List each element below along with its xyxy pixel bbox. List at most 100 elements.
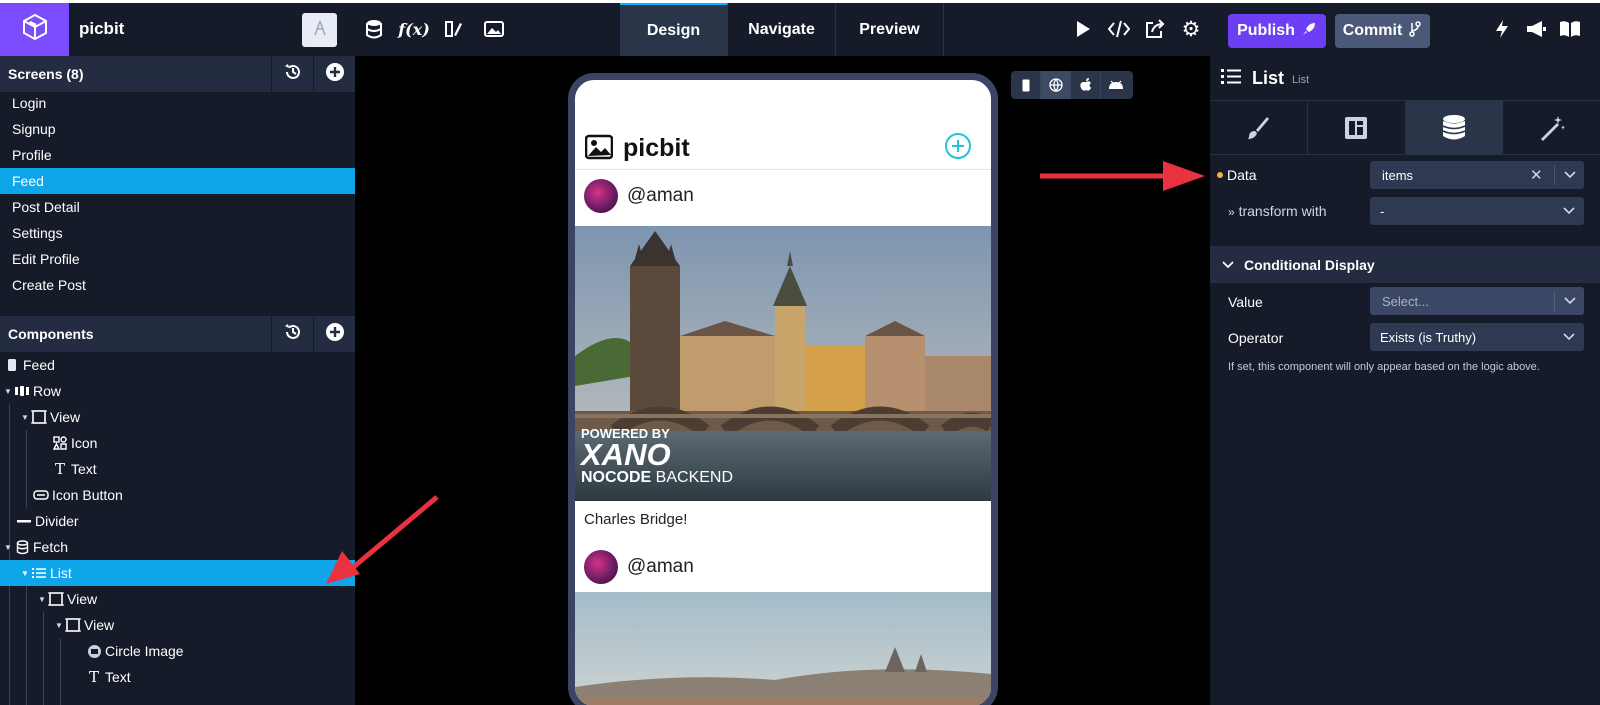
left-sidebar: Screens (8) Login Signup Profile Feed Po…: [0, 56, 355, 705]
tree-item-icon-button[interactable]: Icon Button: [0, 482, 355, 508]
commit-label: Commit: [1342, 22, 1403, 39]
app-logo[interactable]: [0, 3, 69, 56]
device-switcher: [1011, 71, 1133, 99]
compass-icon: [311, 19, 329, 42]
operator-select[interactable]: Exists (is Truthy): [1370, 323, 1584, 351]
screen-item-feed[interactable]: Feed: [0, 168, 355, 194]
operator-value: Exists (is Truthy): [1380, 329, 1477, 345]
conditional-display-header[interactable]: Conditional Display: [1210, 246, 1600, 283]
phone-preview: picbit @aman POWERED BY XANO NOCODE BACK…: [568, 73, 998, 705]
add-component-button[interactable]: [313, 316, 355, 352]
tree-item-label: List: [50, 565, 72, 581]
screen-item-create-post[interactable]: Create Post: [0, 272, 355, 298]
caret-down-icon[interactable]: ▼: [4, 543, 14, 552]
megaphone-icon[interactable]: [1524, 17, 1548, 41]
tree-item-row[interactable]: ▼ Row: [0, 378, 355, 404]
transform-select[interactable]: -: [1370, 197, 1584, 225]
panel-title: List: [1252, 67, 1285, 88]
apple-icon[interactable]: [1071, 71, 1101, 99]
book-icon[interactable]: [1558, 17, 1582, 41]
tab-preview[interactable]: Preview: [836, 3, 944, 56]
function-icon[interactable]: f(x): [398, 17, 430, 41]
tree-item-fetch[interactable]: ▼ Fetch: [0, 534, 355, 560]
image-icon: [584, 134, 614, 165]
magic-wand-icon[interactable]: [1503, 101, 1600, 154]
value-placeholder: Select...: [1382, 293, 1429, 309]
tree-item-circle-image[interactable]: Circle Image: [0, 638, 355, 664]
database-icon[interactable]: [1405, 101, 1504, 154]
layout-icon[interactable]: [1308, 101, 1406, 154]
publish-label: Publish: [1237, 22, 1295, 39]
button-icon: [33, 487, 49, 503]
caret-down-icon[interactable]: ▼: [21, 569, 31, 578]
caret-down-icon[interactable]: ▼: [55, 621, 65, 630]
user-avatar-button[interactable]: [302, 13, 337, 47]
chevron-down-icon[interactable]: [1554, 207, 1584, 215]
settings-icon[interactable]: ⚙: [1179, 17, 1203, 41]
web-icon[interactable]: [1041, 71, 1071, 99]
tree-item-divider[interactable]: Divider: [0, 508, 355, 534]
caret-down-icon[interactable]: ▼: [38, 595, 48, 604]
tree-item-icon[interactable]: Icon: [0, 430, 355, 456]
divider-icon: [16, 513, 32, 529]
screen-item-profile[interactable]: Profile: [0, 142, 355, 168]
list-icon: [1220, 67, 1242, 90]
panel-header: List List: [1210, 56, 1600, 100]
history-icon: [283, 322, 303, 347]
screen-item-edit-profile[interactable]: Edit Profile: [0, 246, 355, 272]
bolt-icon[interactable]: [1490, 17, 1514, 41]
caret-down-icon[interactable]: ▼: [21, 413, 31, 422]
add-post-icon[interactable]: [944, 132, 972, 165]
transform-label: » transform with: [1228, 203, 1327, 219]
mobile-icon[interactable]: [1011, 71, 1041, 99]
tree-item-list[interactable]: ▼ List: [0, 560, 355, 586]
assets-icon[interactable]: [442, 17, 466, 41]
commit-button[interactable]: Commit: [1335, 14, 1430, 48]
screens-history-button[interactable]: [271, 56, 313, 92]
watermark-line-3: NOCODE BACKEND: [581, 469, 733, 487]
screens-header: Screens (8): [0, 56, 355, 92]
avatar: [584, 550, 618, 584]
tab-design[interactable]: Design: [620, 3, 728, 56]
avatar: [584, 179, 618, 213]
screen-item-signup[interactable]: Signup: [0, 116, 355, 142]
screen-item-post-detail[interactable]: Post Detail: [0, 194, 355, 220]
android-icon[interactable]: [1101, 71, 1131, 99]
binding-dot: [1217, 172, 1223, 178]
screen-item-settings[interactable]: Settings: [0, 220, 355, 246]
chevron-down-icon[interactable]: [1554, 291, 1584, 311]
screens-title: Screens (8): [8, 66, 84, 82]
image-icon[interactable]: [482, 17, 506, 41]
text-icon: T: [88, 668, 99, 686]
add-screen-button[interactable]: [313, 56, 355, 92]
tree-item-text[interactable]: T Text: [0, 664, 355, 690]
phone-app-title: picbit: [623, 134, 690, 162]
tree-item-view[interactable]: ▼ View: [0, 404, 355, 430]
play-icon[interactable]: [1071, 17, 1095, 41]
data-label: Data: [1227, 167, 1257, 183]
post-image: POWERED BY XANO NOCODE BACKEND: [575, 226, 991, 501]
clear-icon[interactable]: ✕: [1530, 166, 1554, 184]
caret-down-icon[interactable]: ▼: [4, 387, 14, 396]
tree-item-feed[interactable]: Feed: [0, 352, 355, 378]
share-icon[interactable]: [1143, 17, 1167, 41]
publish-button[interactable]: Publish: [1228, 14, 1326, 48]
brush-icon[interactable]: [1210, 101, 1308, 154]
tree-item-view[interactable]: ▼ View: [0, 586, 355, 612]
database-icon[interactable]: [362, 17, 386, 41]
chevron-down-icon[interactable]: [1554, 333, 1584, 341]
components-history-button[interactable]: [271, 316, 313, 352]
circle-image-icon: [86, 643, 102, 659]
tab-navigate[interactable]: Navigate: [728, 3, 836, 56]
code-icon[interactable]: [1107, 17, 1131, 41]
chevron-down-icon[interactable]: [1554, 165, 1584, 185]
database-icon: [14, 539, 30, 555]
value-select[interactable]: Select...: [1370, 287, 1584, 315]
tree-item-view[interactable]: ▼ View: [0, 612, 355, 638]
transform-label-text: transform with: [1238, 203, 1327, 219]
tree-item-text[interactable]: T Text: [0, 456, 355, 482]
tree-item-label: Divider: [35, 513, 79, 529]
data-select[interactable]: items ✕: [1370, 161, 1584, 189]
screen-item-login[interactable]: Login: [0, 90, 355, 116]
list-icon: [31, 565, 47, 581]
